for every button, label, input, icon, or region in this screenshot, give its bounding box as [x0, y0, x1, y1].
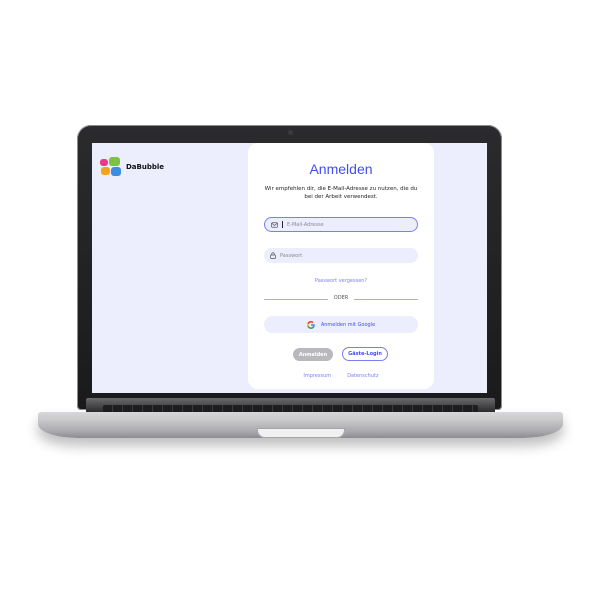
- footer-links: Impressum Datenschutz: [248, 373, 434, 379]
- mail-icon: [271, 221, 278, 228]
- email-field[interactable]: [264, 217, 418, 232]
- text-cursor: [282, 221, 283, 228]
- or-label: ODER: [333, 295, 349, 301]
- login-button[interactable]: Anmelden: [293, 348, 333, 361]
- app-name: DaBubble: [126, 163, 165, 171]
- or-divider: ODER: [264, 295, 418, 303]
- app-logo[interactable]: DaBubble: [100, 157, 164, 177]
- forgot-password-link[interactable]: Passwort vergessen?: [248, 278, 434, 284]
- email-input[interactable]: [287, 221, 407, 228]
- imprint-link[interactable]: Impressum: [303, 373, 331, 379]
- login-subtitle: Wir empfehlen dir, die E-Mail-Adresse zu…: [264, 186, 418, 200]
- page-title: Anmelden: [309, 161, 373, 177]
- google-login-button[interactable]: Anmelden mit Google: [264, 316, 418, 333]
- camera-icon: [288, 130, 293, 135]
- guest-login-button[interactable]: Gäste-Login: [342, 347, 388, 361]
- privacy-link[interactable]: Datenschutz: [347, 373, 378, 379]
- login-card: Anmelden Wir empfehlen dir, die E-Mail-A…: [248, 143, 434, 389]
- password-field[interactable]: [264, 248, 418, 263]
- laptop-notch: [257, 428, 345, 438]
- lock-icon: [270, 252, 276, 259]
- chat-bubbles-logo-icon: [100, 157, 122, 177]
- google-login-label: Anmelden mit Google: [320, 321, 376, 328]
- app-screen: DaBubble Anmelden Wir empfehlen dir, die…: [92, 143, 487, 393]
- password-input[interactable]: [280, 252, 400, 259]
- google-icon: [306, 320, 315, 329]
